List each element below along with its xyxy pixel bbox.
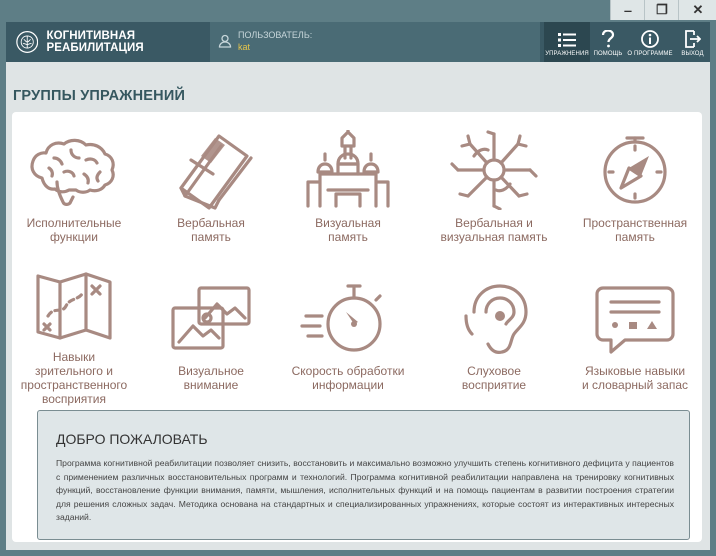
- window-title-bar: ‒ ❐ ✕: [0, 0, 716, 22]
- list-icon: [558, 33, 576, 47]
- kremlin-icon: [306, 130, 390, 208]
- book-icon: [179, 134, 253, 210]
- group-label: Вербальная и визуальная память: [440, 216, 548, 244]
- nav-help-button[interactable]: ПОМОЩЬ: [591, 22, 625, 62]
- user-icon: [218, 34, 232, 48]
- nav-about-button[interactable]: О ПРОГРАММЕ: [626, 22, 674, 62]
- nav-exercises-button[interactable]: УПРАЖНЕНИЯ: [544, 22, 590, 62]
- brain-logo-icon: [16, 31, 39, 53]
- minimize-icon: ‒: [624, 2, 632, 18]
- group-card-language-skills[interactable]: Языковые навыки и словарный запас: [565, 280, 705, 392]
- stopwatch-icon: [300, 284, 382, 352]
- nav-exercises-label: УПРАЖНЕНИЯ: [545, 51, 589, 57]
- compass-icon: [603, 136, 667, 204]
- group-label: Пространственная память: [582, 216, 688, 244]
- close-window-button[interactable]: ✕: [678, 0, 716, 20]
- info-icon: [641, 30, 659, 48]
- nav-exit-label: ВЫХОД: [681, 51, 704, 57]
- ear-icon: [464, 284, 528, 354]
- images-icon: [171, 286, 251, 350]
- welcome-title: ДОБРО ПОЖАЛОВАТЬ: [56, 431, 208, 447]
- app-title: КОГНИТИВНАЯ РЕАБИЛИТАЦИЯ: [46, 30, 144, 54]
- group-label: Языковые навыки и словарный запас: [581, 364, 689, 392]
- group-label: Визуальная память: [315, 216, 381, 244]
- group-card-auditory-perception[interactable]: Слуховое восприятие: [424, 280, 564, 392]
- page-title: ГРУППЫ УПРАЖНЕНИЙ: [13, 88, 186, 104]
- close-icon: ✕: [692, 2, 704, 17]
- group-card-spatial-memory[interactable]: Пространственная память: [565, 130, 705, 244]
- group-label: Визуальное внимание: [178, 364, 244, 392]
- maximize-icon: ❐: [656, 2, 668, 17]
- nav-exit-button[interactable]: ВЫХОД: [675, 22, 710, 62]
- speech-bubble-icon: [595, 286, 675, 354]
- neuron-icon: [450, 130, 538, 210]
- group-card-executive-functions[interactable]: Исполнительные функции: [4, 130, 144, 244]
- welcome-panel: ДОБРО ПОЖАЛОВАТЬ Программа когнитивной р…: [37, 410, 690, 540]
- group-label: Навыки зрительного и пространственного в…: [20, 350, 128, 406]
- user-name: kat: [238, 42, 251, 52]
- welcome-text: Программа когнитивной реабилитации позво…: [56, 458, 674, 522]
- nav-about-label: О ПРОГРАММЕ: [627, 51, 673, 57]
- group-card-processing-speed[interactable]: Скорость обработки информации: [278, 280, 418, 392]
- exit-icon: [684, 30, 701, 48]
- group-card-verbal-memory[interactable]: Вербальная память: [141, 130, 281, 244]
- groups-panel: Исполнительные функции Вербальная память: [12, 112, 702, 542]
- app-header: КОГНИТИВНАЯ РЕАБИЛИТАЦИЯ ПОЛЬЗОВАТЕЛЬ: k…: [6, 22, 710, 62]
- group-card-verbal-visual-memory[interactable]: Вербальная и визуальная память: [424, 130, 564, 244]
- group-label: Вербальная память: [177, 216, 245, 244]
- group-label: Слуховое восприятие: [461, 364, 527, 392]
- map-icon: [36, 272, 112, 340]
- brain-icon: [30, 138, 115, 206]
- minimize-button[interactable]: ‒: [610, 0, 645, 20]
- group-card-visual-attention[interactable]: Визуальное внимание: [141, 280, 281, 392]
- user-label: ПОЛЬЗОВАТЕЛЬ:: [238, 30, 313, 40]
- nav-help-label: ПОМОЩЬ: [593, 51, 623, 57]
- question-icon: [601, 30, 615, 48]
- brand: КОГНИТИВНАЯ РЕАБИЛИТАЦИЯ: [6, 22, 210, 62]
- group-card-visual-spatial-skills[interactable]: Навыки зрительного и пространственного в…: [4, 266, 144, 406]
- group-label: Скорость обработки информации: [291, 364, 405, 392]
- content-area: ГРУППЫ УПРАЖНЕНИЙ Исполнительные функции: [6, 62, 710, 550]
- group-label: Исполнительные функции: [26, 216, 122, 244]
- group-card-visual-memory[interactable]: Визуальная память: [278, 130, 418, 244]
- maximize-button[interactable]: ❐: [644, 0, 679, 20]
- user-area: ПОЛЬЗОВАТЕЛЬ: kat: [210, 22, 540, 62]
